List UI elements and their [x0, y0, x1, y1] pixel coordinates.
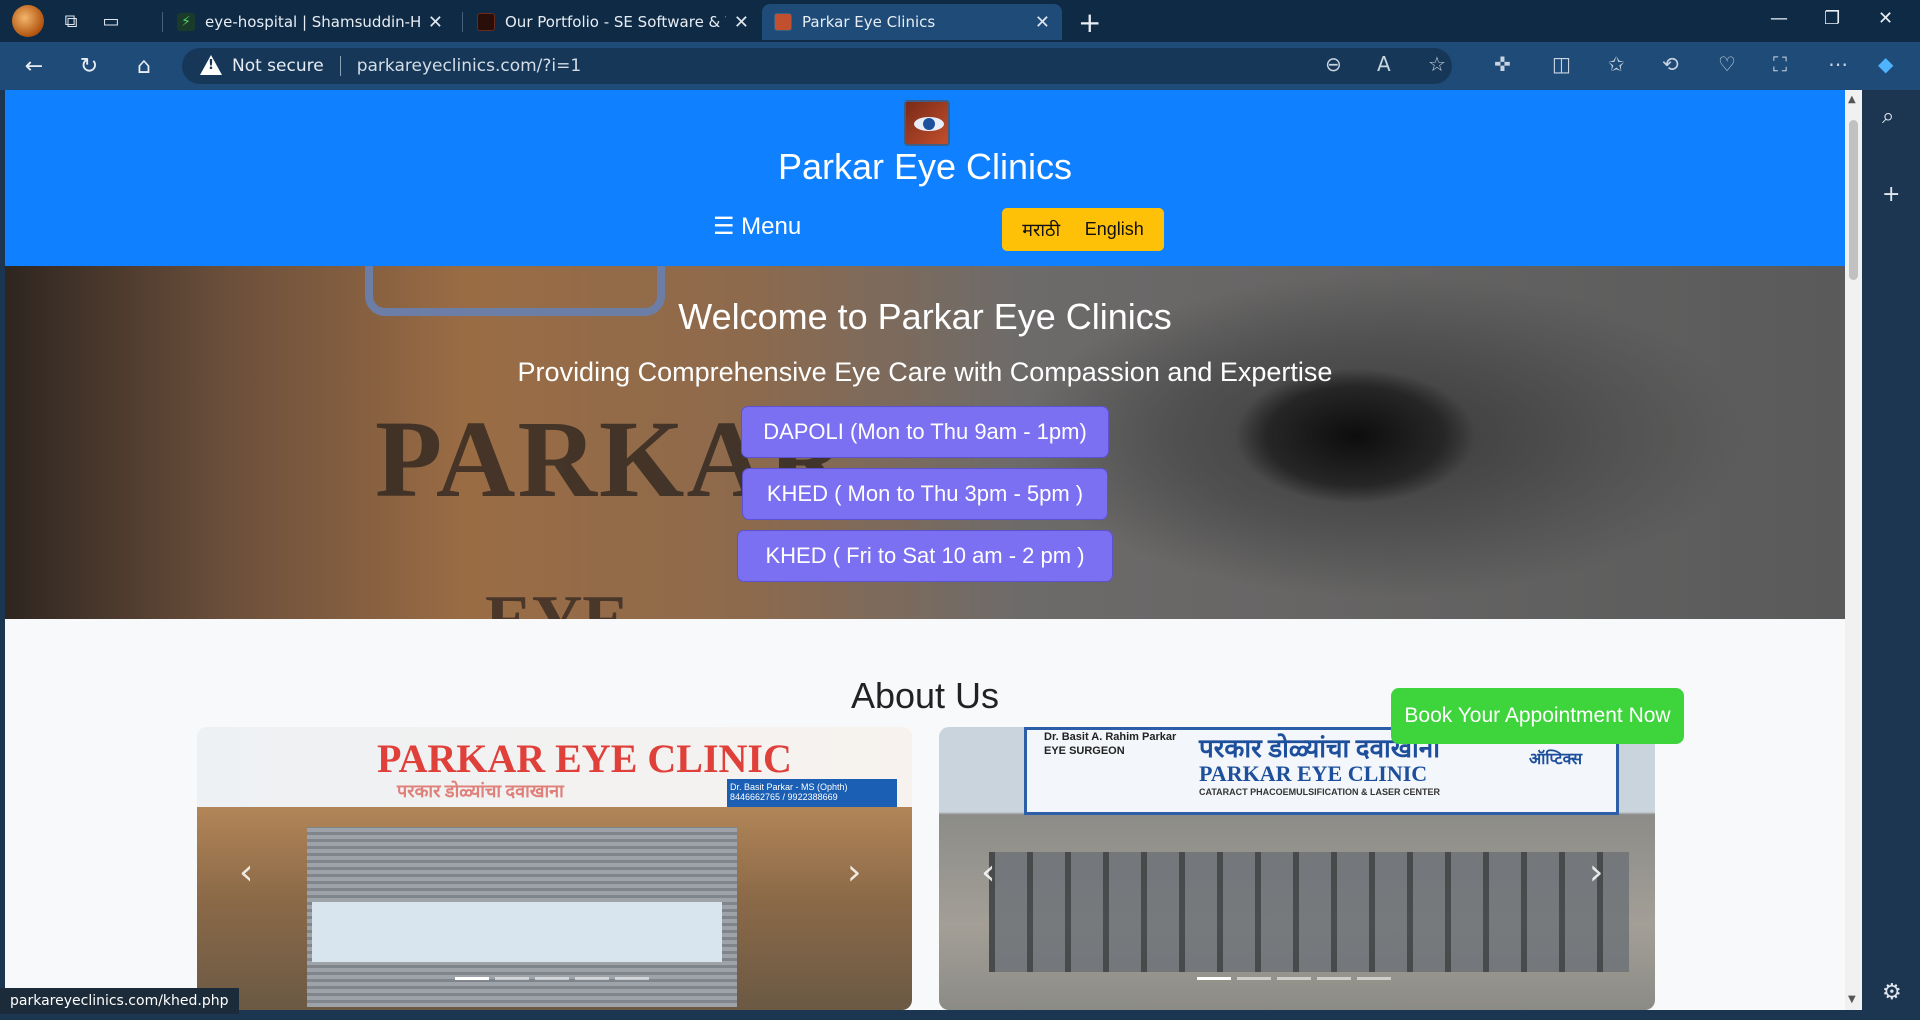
address-toolbar: ← ↻ ⌂ Not secure parkareyeclinics.com/?i…	[0, 42, 1920, 90]
carousel-indicator[interactable]	[615, 977, 649, 980]
more-icon[interactable]: ⋯	[1828, 52, 1848, 76]
sign-text: Dr. Basit A. Rahim Parkar	[1044, 731, 1177, 743]
page-viewport: Parkar Eye Clinics ☰ Menu मराठी English …	[5, 90, 1845, 1010]
sign-text: EYE SURGEON	[1044, 745, 1125, 757]
khed-weekend-hours-button[interactable]: KHED ( Fri to Sat 10 am - 2 pm )	[737, 530, 1113, 582]
vertical-tabs-icon[interactable]: ▭	[98, 8, 124, 34]
hero-section: PARKAR EYE Welcome to Parkar Eye Clinics…	[5, 266, 1845, 619]
carousel-indicator[interactable]	[535, 977, 569, 980]
scroll-up-icon[interactable]: ▲	[1848, 94, 1856, 105]
close-tab-icon[interactable]: ✕	[734, 12, 749, 33]
carousel-prev-icon[interactable]: ‹	[981, 852, 995, 893]
hero-heading: Welcome to Parkar Eye Clinics	[678, 296, 1172, 337]
lang-english-button[interactable]: English	[1085, 219, 1144, 240]
tab-title: Our Portfolio - SE Software & Wel	[505, 13, 726, 31]
settings-gear-icon[interactable]: ⚙	[1882, 980, 1902, 1005]
favorite-star-icon[interactable]: ☆	[1428, 52, 1446, 76]
sign-text: परकार डोळ्यांचा दवाखाना	[397, 781, 564, 801]
carousel-right: Dr. Basit A. Rahim Parkar EYE SURGEON पर…	[939, 727, 1655, 1010]
sign-text: ऑप्टिक्स	[1529, 751, 1583, 768]
sign-text: CATARACT PHACOEMULSIFICATION & LASER CEN…	[1199, 787, 1440, 797]
carousel-indicator[interactable]	[1317, 977, 1351, 980]
language-switcher: मराठी English	[1002, 208, 1164, 251]
minimize-icon[interactable]: —	[1770, 8, 1788, 29]
phone-text: 8446662765 / 9922388669	[730, 792, 838, 802]
tab-separator	[462, 12, 463, 32]
tab-portfolio[interactable]: Our Portfolio - SE Software & Wel ✕	[465, 4, 761, 40]
book-appointment-button[interactable]: Book Your Appointment Now	[1391, 688, 1684, 744]
portfolio-favicon-icon	[477, 13, 495, 31]
zoom-out-icon[interactable]: ⊖	[1325, 52, 1342, 76]
close-window-icon[interactable]: ✕	[1878, 8, 1893, 29]
profile-avatar[interactable]	[12, 5, 44, 37]
hero-backdrop-text: EYE	[485, 581, 629, 619]
tab-title: Parkar Eye Clinics	[802, 13, 936, 31]
split-screen-icon[interactable]: ◫	[1552, 52, 1571, 76]
github-favicon-icon: ⚡	[177, 13, 195, 31]
sign-text: PARKAR EYE CLINIC	[377, 736, 792, 781]
close-tab-icon[interactable]: ✕	[428, 12, 443, 33]
carousel-left: PARKAR EYE CLINIC परकार डोळ्यांचा दवाखान…	[197, 727, 912, 1010]
page-scrollbar[interactable]: ▲ ▼	[1845, 90, 1862, 1010]
tab-parkar-eye-clinics[interactable]: Parkar Eye Clinics ✕	[762, 4, 1062, 40]
carousel-indicator[interactable]	[495, 977, 529, 980]
new-tab-icon[interactable]: +	[1078, 6, 1101, 39]
edge-sidebar: ⌕ + ⚙	[1864, 90, 1920, 1020]
carousel-indicator[interactable]	[1237, 977, 1271, 980]
window-posters	[312, 902, 722, 962]
extensions-icon[interactable]: ✜	[1494, 52, 1511, 76]
browser-essentials-icon[interactable]: ♡	[1718, 52, 1736, 76]
address-bar[interactable]: Not secure parkareyeclinics.com/?i=1	[182, 48, 1452, 84]
khed-weekday-hours-button[interactable]: KHED ( Mon to Thu 3pm - 5pm )	[742, 468, 1108, 520]
window-grilles	[989, 852, 1629, 972]
carousel-prev-icon[interactable]: ‹	[239, 852, 253, 893]
sign-text: PARKAR EYE CLINIC	[1199, 761, 1428, 786]
url-separator	[339, 56, 341, 76]
doctor-text: Dr. Basit Parkar - MS (Ophth)	[730, 782, 848, 792]
tab-eye-hospital[interactable]: ⚡ eye-hospital | Shamsuddin-Hamd ✕	[165, 4, 455, 40]
lang-marathi-button[interactable]: मराठी	[1022, 218, 1060, 242]
warning-icon[interactable]	[200, 55, 222, 77]
history-icon[interactable]: ⟲	[1662, 52, 1679, 76]
scroll-down-icon[interactable]: ▼	[1848, 994, 1856, 1005]
screenshot-icon[interactable]: ⛶	[1773, 52, 1787, 76]
dapoli-hours-button[interactable]: DAPOLI (Mon to Thu 9am - 1pm)	[741, 406, 1109, 458]
carousel-indicator[interactable]	[1197, 977, 1231, 980]
carousel-indicator[interactable]	[1277, 977, 1311, 980]
read-aloud-icon[interactable]: A	[1377, 52, 1391, 76]
carousel-indicator[interactable]	[575, 977, 609, 980]
tab-title: eye-hospital | Shamsuddin-Hamd	[205, 13, 420, 31]
add-icon[interactable]: +	[1882, 182, 1900, 207]
home-icon[interactable]: ⌂	[130, 52, 158, 80]
favorites-icon[interactable]: ✩	[1608, 52, 1625, 76]
carousel-indicator[interactable]	[1357, 977, 1391, 980]
clinic-logo[interactable]	[904, 100, 950, 146]
site-title: Parkar Eye Clinics	[777, 146, 1073, 187]
status-bar-url: parkareyeclinics.com/khed.php	[0, 988, 239, 1014]
close-tab-icon[interactable]: ✕	[1035, 12, 1050, 33]
back-icon[interactable]: ←	[20, 52, 48, 80]
carousel-next-icon[interactable]: ›	[1589, 852, 1603, 893]
carousel-next-icon[interactable]: ›	[847, 852, 861, 893]
security-label[interactable]: Not secure	[232, 56, 324, 76]
scrollbar-thumb[interactable]	[1849, 120, 1858, 280]
copilot-icon[interactable]: ◆	[1878, 52, 1893, 76]
restore-icon[interactable]: ❐	[1824, 8, 1840, 29]
parkar-favicon-icon	[774, 13, 792, 31]
carousel-indicator[interactable]	[455, 977, 489, 980]
search-icon[interactable]: ⌕	[1882, 104, 1894, 129]
menu-button[interactable]: ☰ Menu	[713, 212, 801, 241]
doctor-plate: Dr. Basit Parkar - MS (Ophth) 8446662765…	[727, 779, 897, 807]
site-header: Parkar Eye Clinics ☰ Menu मराठी English	[5, 90, 1845, 266]
refresh-icon[interactable]: ↻	[75, 52, 103, 80]
workspaces-icon[interactable]: ⧉	[58, 8, 84, 34]
hero-subheading: Providing Comprehensive Eye Care with Co…	[517, 357, 1333, 387]
tab-separator	[162, 12, 163, 32]
url-text[interactable]: parkareyeclinics.com/?i=1	[357, 56, 582, 76]
